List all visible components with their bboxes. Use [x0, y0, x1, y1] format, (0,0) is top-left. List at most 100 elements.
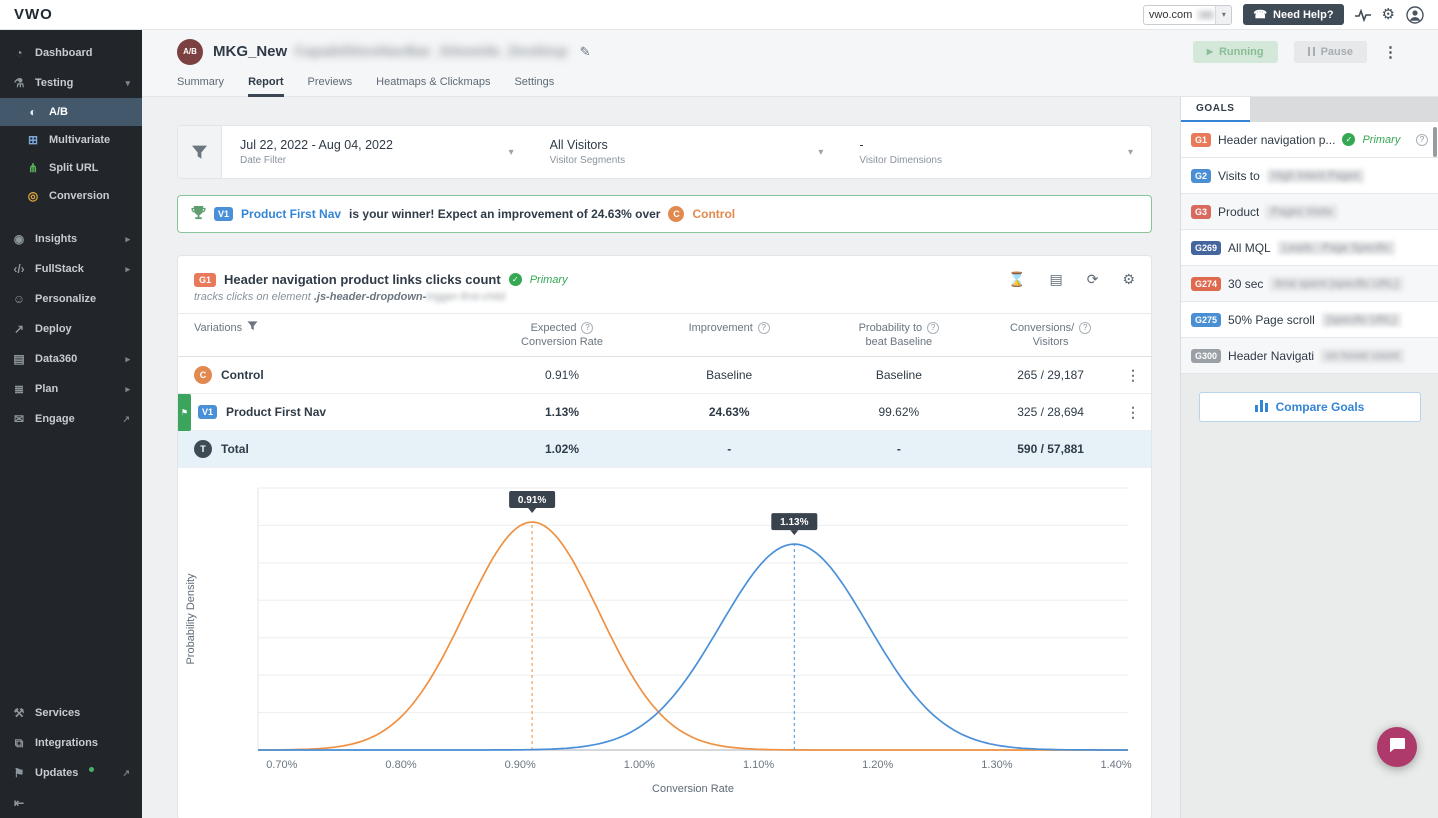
sidebar-item-ab[interactable]: ◐ A/B — [0, 98, 142, 126]
table-row-winner: ⚑ V1 Product First Nav 1.13% 24.63% 99.6… — [178, 394, 1151, 431]
hourglass-icon[interactable]: ⌛ — [1008, 271, 1025, 288]
edit-title-icon[interactable]: ✎ — [580, 44, 591, 60]
x-tick-label: 0.80% — [385, 759, 416, 771]
variations-filter-icon[interactable] — [247, 321, 258, 335]
goal-list-item-g2[interactable]: G2 Visits to High Intent Pages — [1181, 158, 1438, 194]
help-icon[interactable]: ? — [758, 322, 770, 334]
sidebar-item-deploy[interactable]: ↗ Deploy — [0, 314, 142, 344]
visitor-dimensions-value: - — [859, 138, 942, 152]
help-icon[interactable]: ? — [581, 322, 593, 334]
tab-goals[interactable]: GOALS — [1181, 97, 1250, 122]
page-title: MKG_New — [213, 43, 287, 60]
chevron-right-icon: ▸ — [125, 384, 130, 395]
variation-badge: V1 — [198, 405, 217, 419]
goal-list-item-g3[interactable]: G3 Product Pages Visits — [1181, 194, 1438, 230]
settings-gear-icon[interactable]: ⚙ — [1382, 7, 1395, 22]
probability-value: Baseline — [812, 357, 987, 394]
sidebar-item-label: Personalize — [35, 293, 96, 305]
tab-report[interactable]: Report — [248, 76, 283, 97]
goal-description: tracks clicks on element .js-header-drop… — [178, 291, 1151, 313]
sidebar-item-personalize[interactable]: ☺ Personalize — [0, 284, 142, 314]
sidebar-item-dashboard[interactable]: ◔ Dashboard — [0, 38, 142, 68]
user-avatar[interactable] — [1406, 6, 1424, 24]
sidebar-item-insights[interactable]: ◉ Insights ▸ — [0, 224, 142, 254]
goal-name: Header navigation p... — [1218, 133, 1335, 147]
help-icon[interactable]: ? — [1416, 134, 1428, 146]
x-tick-label: 0.70% — [266, 759, 297, 771]
sidebar-item-integrations[interactable]: ⧉ Integrations — [0, 728, 142, 758]
account-selector[interactable]: vwo.com 00 ▾ — [1143, 5, 1232, 25]
goal-report-card: G1 Header navigation product links click… — [177, 255, 1152, 818]
tab-summary[interactable]: Summary — [177, 76, 224, 97]
chat-launcher[interactable] — [1377, 727, 1417, 767]
x-tick-label: 0.90% — [505, 759, 536, 771]
sidebar-item-updates[interactable]: ⚑ Updates ↗ — [0, 758, 142, 788]
conversions-value: 325 / 28,694 — [986, 394, 1115, 431]
visitor-segments-dropdown[interactable]: All Visitors Visitor Segments ▾ — [532, 126, 842, 178]
report-tabs: Summary Report Previews Heatmaps & Click… — [142, 73, 1438, 97]
goal-list-item-g269[interactable]: G269 All MQL Leads - Page Specific — [1181, 230, 1438, 266]
row-menu-kebab[interactable]: ⋮ — [1126, 404, 1140, 420]
compare-goals-button[interactable]: Compare Goals — [1199, 392, 1421, 422]
row-menu-kebab[interactable]: ⋮ — [1126, 367, 1140, 383]
date-filter-dropdown[interactable]: Jul 22, 2022 - Aug 04, 2022 Date Filter … — [222, 126, 532, 178]
x-tick-label: 1.00% — [624, 759, 655, 771]
sidebar-item-plan[interactable]: ≣ Plan ▸ — [0, 374, 142, 404]
sidebar-item-data360[interactable]: ▤ Data360 ▸ — [0, 344, 142, 374]
chevron-right-icon: ▸ — [125, 234, 130, 245]
pause-button[interactable]: Pause — [1294, 41, 1367, 63]
sidebar-item-testing[interactable]: ⚗ Testing ▾ — [0, 68, 142, 98]
test-type-badge: A/B — [177, 39, 203, 65]
visitor-dimensions-dropdown[interactable]: - Visitor Dimensions ▾ — [841, 126, 1151, 178]
goal-settings-gear-icon[interactable]: ⚙ — [1122, 271, 1135, 288]
running-status-button[interactable]: ▶ Running — [1193, 41, 1278, 63]
activity-pulse-icon[interactable] — [1355, 8, 1371, 22]
sidebar-item-services[interactable]: ⚒ Services — [0, 698, 142, 728]
goal-list-item-g300[interactable]: G300 Header Navigati on hover count — [1181, 338, 1438, 374]
sidebar-item-label: FullStack — [35, 263, 84, 275]
sidebar-item-fullstack[interactable]: ‹/› FullStack ▸ — [0, 254, 142, 284]
report-notes-icon[interactable]: ▤ — [1049, 271, 1062, 288]
tab-heatmaps[interactable]: Heatmaps & Clickmaps — [376, 76, 490, 97]
trophy-icon — [191, 205, 206, 223]
goal-list-item-g1[interactable]: G1 Header navigation p... ✓ Primary ? — [1181, 122, 1438, 158]
winner-variation-name[interactable]: Product First Nav — [241, 207, 341, 221]
page-title-redacted: CapabilitiesNavBar_Sitewide_Desktop — [294, 43, 567, 60]
campaign-menu-kebab[interactable]: ⋮ — [1383, 43, 1398, 61]
account-domain: vwo.com — [1144, 9, 1197, 21]
sidebar-item-engage[interactable]: ✉ Engage ↗ — [0, 404, 142, 434]
goal-id-badge: G300 — [1191, 349, 1221, 363]
improvement-value: Baseline — [647, 357, 812, 394]
winner-flag-icon: ⚑ — [178, 394, 191, 431]
filter-funnel-icon[interactable] — [178, 126, 222, 178]
goal-list-item-g274[interactable]: G274 30 sec time spent (specific URL) — [1181, 266, 1438, 302]
sidebar-item-conversion[interactable]: ◎ Conversion — [0, 182, 142, 210]
conversion-rate-value: 1.02% — [477, 431, 647, 468]
primary-check-icon: ✓ — [509, 273, 522, 286]
database-icon: ▤ — [12, 352, 26, 366]
sidebar-item-multivariate[interactable]: ⊞ Multivariate — [0, 126, 142, 154]
x-axis-label: Conversion Rate — [652, 783, 734, 795]
goal-name: Header Navigati — [1228, 349, 1314, 363]
collapse-sidebar-button[interactable]: ⇤ — [0, 788, 142, 818]
help-icon[interactable]: ? — [927, 322, 939, 334]
vwo-logo[interactable]: VWO — [14, 6, 53, 23]
account-id-redacted: 00 — [1197, 10, 1215, 20]
chevron-right-icon: ▸ — [125, 354, 130, 365]
updates-icon: ⚑ — [12, 766, 26, 780]
refresh-icon[interactable]: ⟳ — [1087, 271, 1099, 288]
x-tick-label: 1.10% — [743, 759, 774, 771]
need-help-button[interactable]: ☎ Need Help? — [1243, 4, 1343, 25]
visitor-segments-label: Visitor Segments — [550, 155, 625, 166]
goal-id-badge: G3 — [1191, 205, 1211, 219]
help-icon[interactable]: ? — [1079, 322, 1091, 334]
goals-scrollbar-thumb[interactable] — [1433, 127, 1437, 157]
goal-list-item-g275[interactable]: G275 50% Page scroll (specific URL) — [1181, 302, 1438, 338]
tab-previews[interactable]: Previews — [308, 76, 353, 97]
sidebar-item-label: Conversion — [49, 190, 110, 202]
goals-tabbar: GOALS — [1181, 97, 1438, 122]
goal-name: 50% Page scroll — [1228, 313, 1315, 327]
control-badge: C — [668, 206, 684, 222]
tab-settings[interactable]: Settings — [514, 76, 554, 97]
sidebar-item-split-url[interactable]: ⋔ Split URL — [0, 154, 142, 182]
